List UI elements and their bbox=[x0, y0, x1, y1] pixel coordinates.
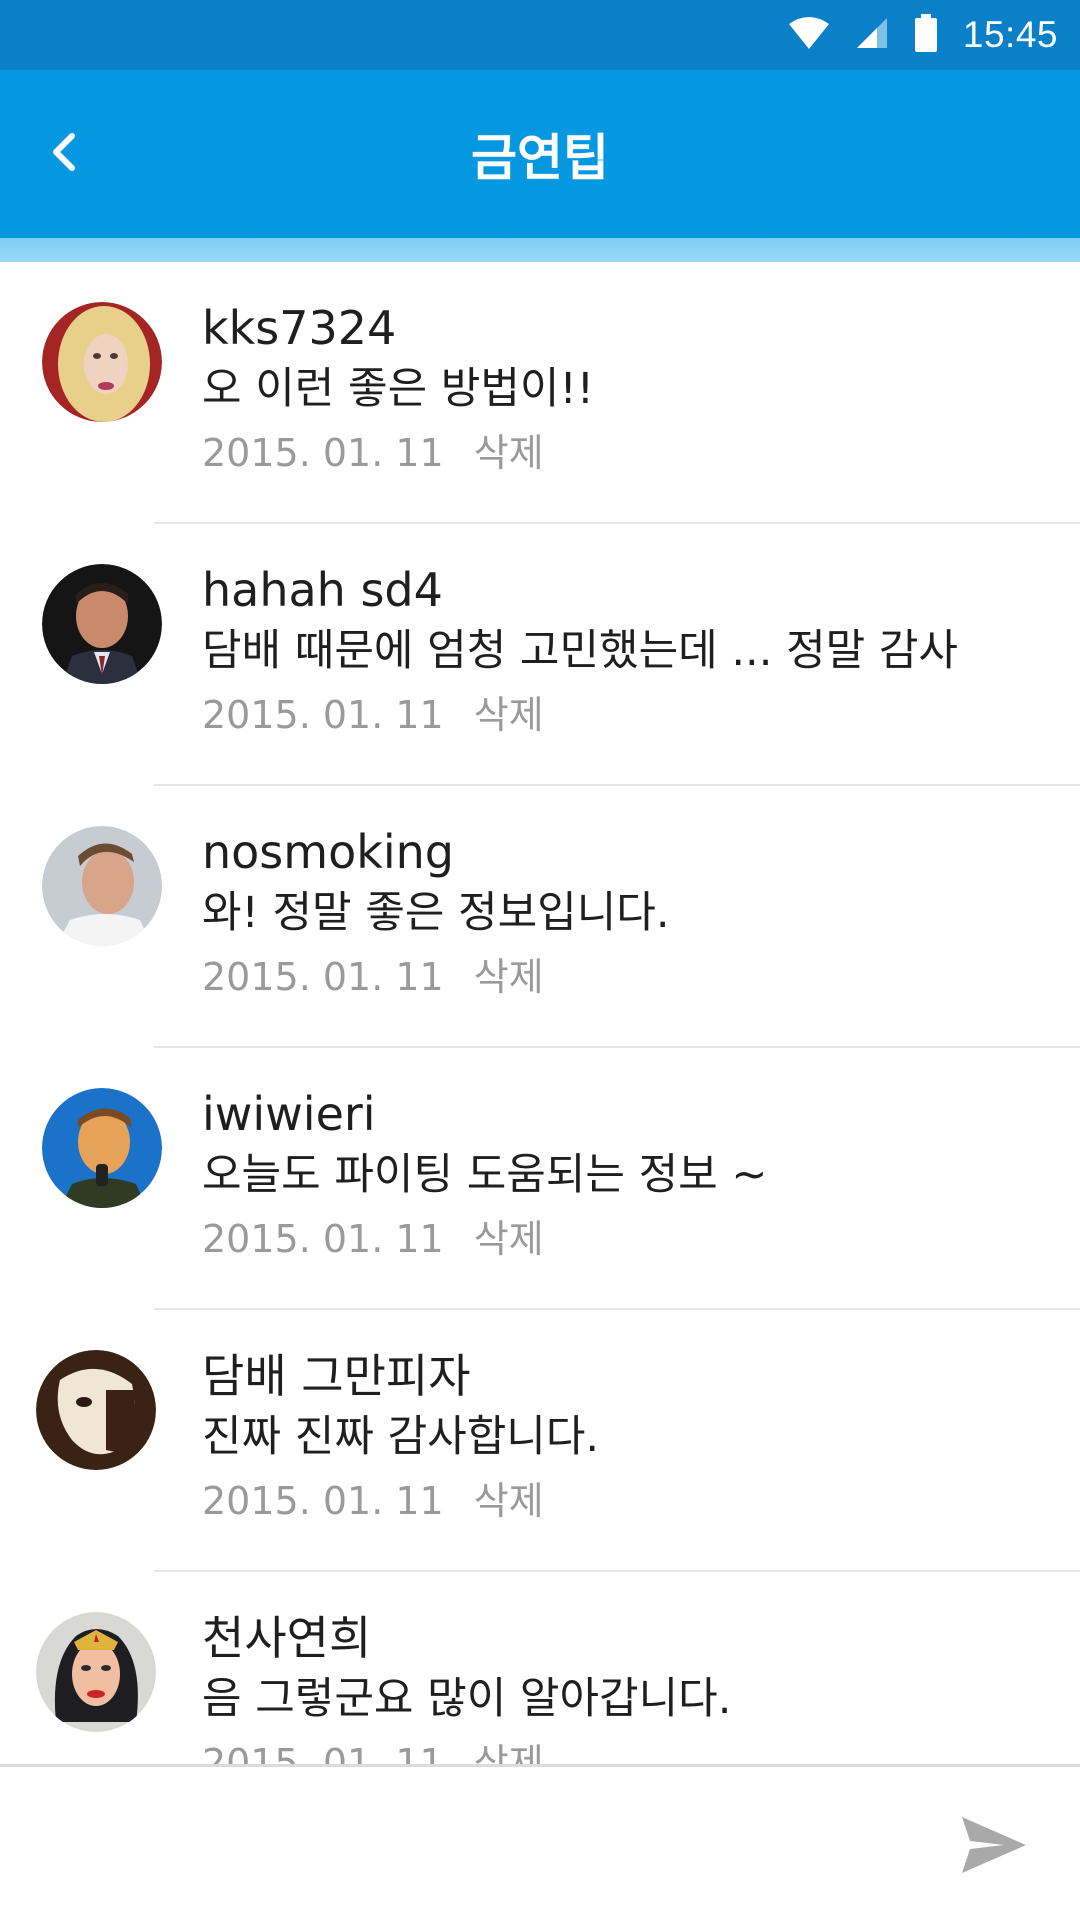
comment-meta: 2015. 01. 11 삭제 bbox=[202, 1208, 1040, 1270]
avatar[interactable] bbox=[42, 564, 162, 684]
avatar[interactable] bbox=[42, 826, 162, 946]
comment-message: 담배 때문에 엄청 고민했는데 ... 정말 감사 bbox=[202, 626, 958, 676]
battery-icon bbox=[914, 14, 937, 56]
comment-meta: 2015. 01. 11 삭제 bbox=[202, 946, 1040, 1008]
delete-button[interactable]: 삭제 bbox=[474, 1208, 544, 1270]
comment-meta: 2015. 01. 11 삭제 bbox=[202, 684, 1040, 746]
comment-date: 2015. 01. 11 bbox=[202, 431, 444, 475]
comment-item: 천사연희 음 그렇군요 많이 알아갑니다. 2015. 01. 11 삭제 bbox=[0, 1572, 1080, 1764]
comment-username: nosmoking bbox=[202, 825, 454, 879]
comment-item: hahah sd4 담배 때문에 엄청 고민했는데 ... 정말 감사 2015… bbox=[0, 524, 1080, 786]
comment-date: 2015. 01. 11 bbox=[202, 955, 444, 999]
comment-composer bbox=[0, 1764, 1080, 1920]
comment-message: 음 그렇군요 많이 알아갑니다. bbox=[202, 1674, 732, 1724]
avatar[interactable] bbox=[42, 1088, 162, 1208]
comment-date: 2015. 01. 11 bbox=[202, 1479, 444, 1523]
comment-username: 담배 그만피자 bbox=[202, 1349, 471, 1403]
comment-body: nosmoking 와! 정말 좋은 정보입니다. 2015. 01. 11 삭… bbox=[202, 822, 1040, 1008]
comment-list[interactable]: kks7324 오 이런 좋은 방법이!! 2015. 01. 11 삭제 ha… bbox=[0, 262, 1080, 1764]
comment-message: 와! 정말 좋은 정보입니다. bbox=[202, 888, 670, 938]
cellular-signal-icon bbox=[855, 16, 889, 54]
delete-button[interactable]: 삭제 bbox=[474, 1470, 544, 1532]
send-icon bbox=[962, 1817, 1026, 1873]
delete-button[interactable]: 삭제 bbox=[474, 422, 544, 484]
wifi-icon bbox=[788, 16, 829, 54]
comment-body: hahah sd4 담배 때문에 엄청 고민했는데 ... 정말 감사 2015… bbox=[202, 560, 1040, 746]
comment-body: kks7324 오 이런 좋은 방법이!! 2015. 01. 11 삭제 bbox=[202, 298, 1040, 484]
comment-date: 2015. 01. 11 bbox=[202, 693, 444, 737]
delete-button[interactable]: 삭제 bbox=[474, 684, 544, 746]
delete-button[interactable]: 삭제 bbox=[474, 946, 544, 1008]
comment-message: 오늘도 파이팅 도움되는 정보 ~ bbox=[202, 1150, 768, 1200]
comment-body: 천사연희 음 그렇군요 많이 알아갑니다. 2015. 01. 11 삭제 bbox=[202, 1608, 1040, 1764]
status-bar: 15:45 bbox=[0, 0, 1080, 70]
page-title: 금연팁 bbox=[471, 129, 609, 187]
comment-date: 2015. 01. 11 bbox=[202, 1741, 444, 1764]
comment-item: iwiwieri 오늘도 파이팅 도움되는 정보 ~ 2015. 01. 11 … bbox=[0, 1048, 1080, 1310]
send-button[interactable] bbox=[960, 1815, 1028, 1875]
app-bar-accent bbox=[0, 238, 1080, 262]
app-bar: 금연팁 bbox=[0, 70, 1080, 262]
comment-message: 오 이런 좋은 방법이!! bbox=[202, 364, 594, 414]
avatar[interactable] bbox=[36, 1612, 156, 1732]
delete-button[interactable]: 삭제 bbox=[474, 1732, 544, 1764]
comment-date: 2015. 01. 11 bbox=[202, 1217, 444, 1261]
comment-meta: 2015. 01. 11 삭제 bbox=[202, 1470, 1040, 1532]
comment-username: hahah sd4 bbox=[202, 563, 443, 617]
comment-input[interactable] bbox=[30, 1787, 930, 1897]
comment-meta: 2015. 01. 11 삭제 bbox=[202, 422, 1040, 484]
comment-body: 담배 그만피자 진짜 진짜 감사합니다. 2015. 01. 11 삭제 bbox=[202, 1346, 1040, 1532]
comment-item: nosmoking 와! 정말 좋은 정보입니다. 2015. 01. 11 삭… bbox=[0, 786, 1080, 1048]
status-clock: 15:45 bbox=[962, 14, 1058, 55]
comment-item: 담배 그만피자 진짜 진짜 감사합니다. 2015. 01. 11 삭제 bbox=[0, 1310, 1080, 1572]
status-icons: 15:45 bbox=[788, 0, 1058, 70]
comment-username: iwiwieri bbox=[202, 1087, 376, 1141]
avatar[interactable] bbox=[36, 1350, 156, 1470]
comment-username: 천사연희 bbox=[202, 1611, 372, 1665]
comment-username: kks7324 bbox=[202, 301, 397, 355]
comment-body: iwiwieri 오늘도 파이팅 도움되는 정보 ~ 2015. 01. 11 … bbox=[202, 1084, 1040, 1270]
comment-meta: 2015. 01. 11 삭제 bbox=[202, 1732, 1040, 1764]
avatar[interactable] bbox=[42, 302, 162, 422]
comment-item: kks7324 오 이런 좋은 방법이!! 2015. 01. 11 삭제 bbox=[0, 262, 1080, 524]
comment-message: 진짜 진짜 감사합니다. bbox=[202, 1412, 600, 1462]
